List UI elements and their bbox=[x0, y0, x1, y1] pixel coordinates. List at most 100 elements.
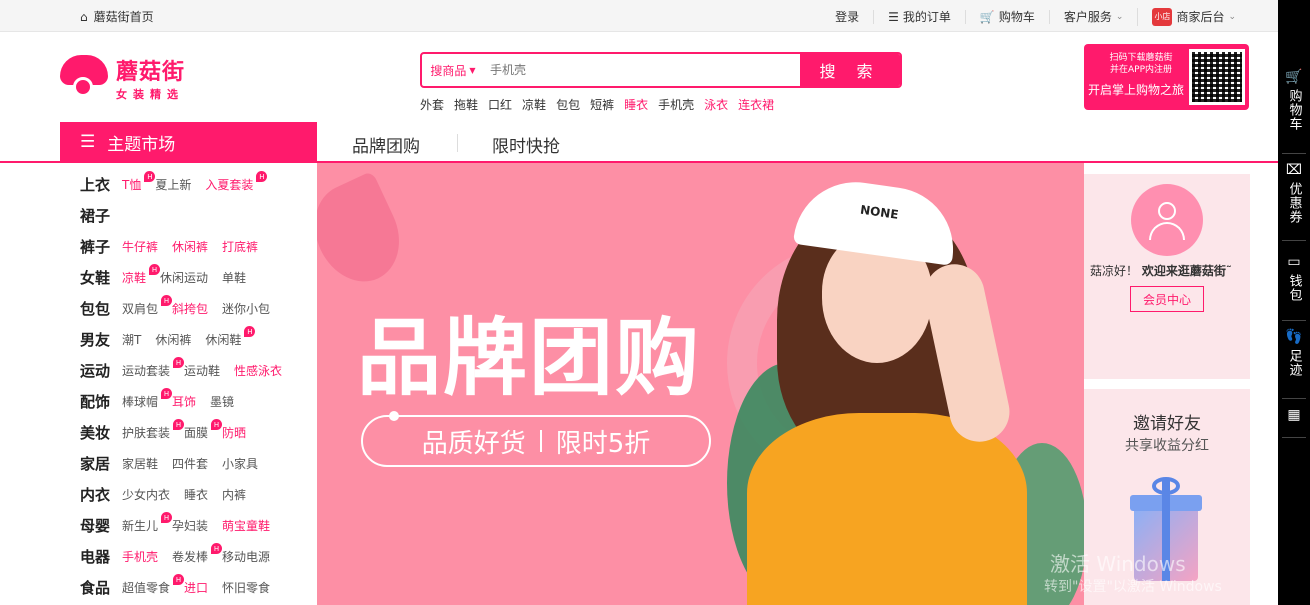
subcategory-link[interactable]: 卷发棒 H bbox=[172, 543, 223, 565]
subcategory-label: 运动套装 bbox=[122, 364, 171, 378]
subcategory-link[interactable]: 新生儿 H bbox=[122, 512, 173, 534]
subcategory-label: 墨镜 bbox=[210, 395, 235, 409]
subcategory-link[interactable]: 怀旧零食 bbox=[222, 579, 270, 596]
tab-brand-group[interactable]: 品牌团购 bbox=[352, 132, 420, 157]
subcategory-link[interactable]: 单鞋 bbox=[222, 269, 246, 286]
category-name[interactable]: 运动 bbox=[80, 360, 122, 381]
category-name[interactable]: 电器 bbox=[80, 546, 122, 567]
cart-link[interactable]: 🛒 购物车 bbox=[964, 10, 1049, 24]
category-name[interactable]: 美妆 bbox=[80, 422, 122, 443]
hero-banner[interactable]: NONE 品牌团购 品质好货 限时5折 bbox=[317, 163, 1084, 605]
category-name[interactable]: 上衣 bbox=[80, 174, 122, 195]
subcategory-link[interactable]: 迷你小包 bbox=[222, 300, 270, 317]
subcategory-link[interactable]: 斜挎包 bbox=[172, 300, 208, 317]
hot-word[interactable]: 手机壳 bbox=[658, 96, 694, 113]
subcategory-link[interactable]: 防晒 bbox=[222, 424, 246, 441]
merchant-menu[interactable]: 小店 商家后台 ⌄ bbox=[1137, 8, 1250, 26]
hot-word[interactable]: 包包 bbox=[556, 96, 580, 113]
subcategory-link[interactable]: 进口 bbox=[184, 579, 208, 596]
subcategory-link[interactable]: 凉鞋 H bbox=[122, 264, 161, 286]
subcategory-label: 休闲鞋 bbox=[205, 333, 242, 347]
login-link[interactable]: 登录 bbox=[821, 10, 873, 24]
home-link[interactable]: ⌂ 蘑菇街首页 bbox=[80, 8, 154, 25]
subcategory-link[interactable]: 超值零食 H bbox=[122, 574, 185, 596]
subcategory-link[interactable]: 家居鞋 bbox=[122, 455, 158, 472]
search-category-select[interactable]: 搜商品 ▼ bbox=[422, 54, 484, 86]
subcategory-label: 迷你小包 bbox=[222, 302, 271, 316]
subcategory-link[interactable]: 面膜 H bbox=[184, 419, 223, 441]
rightbar-grid[interactable]: ▦ bbox=[1278, 408, 1310, 427]
subcategory-link[interactable]: 休闲裤 bbox=[155, 331, 191, 348]
hot-word[interactable]: 睡衣 bbox=[624, 96, 648, 113]
subcategory-link[interactable]: 四件套 bbox=[172, 455, 208, 472]
hot-word[interactable]: 口红 bbox=[488, 96, 512, 113]
category-name[interactable]: 包包 bbox=[80, 298, 122, 319]
subcategory-link[interactable]: 打底裤 bbox=[222, 238, 258, 255]
category-name[interactable]: 裙子 bbox=[80, 205, 122, 226]
subcategory-label: 内裤 bbox=[222, 488, 247, 502]
subcategory-link[interactable]: 内裤 bbox=[222, 486, 246, 503]
hot-word[interactable]: 连衣裙 bbox=[738, 96, 774, 113]
subcategory-link[interactable]: 棒球帽 H bbox=[122, 388, 173, 410]
category-name[interactable]: 母婴 bbox=[80, 515, 122, 536]
category-name[interactable]: 裤子 bbox=[80, 236, 122, 257]
subcategory-link[interactable]: 孕妇装 bbox=[172, 517, 208, 534]
subcategory-link[interactable]: 双肩包 H bbox=[122, 295, 173, 317]
category-name[interactable]: 男友 bbox=[80, 329, 122, 350]
subcategory-link[interactable]: 小家具 bbox=[222, 455, 258, 472]
hot-word[interactable]: 拖鞋 bbox=[454, 96, 478, 113]
category-name[interactable]: 女鞋 bbox=[80, 267, 122, 288]
search-category-label: 搜商品 bbox=[430, 63, 467, 78]
rightbar-wallet[interactable]: ▭ 钱包 bbox=[1278, 255, 1310, 303]
category-name[interactable]: 内衣 bbox=[80, 484, 122, 505]
subcategory-link[interactable]: 运动套装 H bbox=[122, 357, 185, 379]
subcategory-label: 孕妇装 bbox=[172, 519, 209, 533]
tab-theme-market[interactable]: ☰ 主题市场 bbox=[60, 122, 317, 162]
rightbar-footprint[interactable]: 👣 足迹 bbox=[1278, 330, 1310, 378]
subcategory-link[interactable]: 睡衣 bbox=[184, 486, 208, 503]
orders-link[interactable]: ☰ 我的订单 bbox=[873, 10, 965, 24]
subcategory-link[interactable]: 潮T bbox=[122, 331, 141, 348]
rightbar-cart[interactable]: 🛒 购物车 bbox=[1278, 70, 1310, 132]
subcategory-link[interactable]: 耳饰 bbox=[172, 393, 196, 410]
subcategory-link[interactable]: 少女内衣 bbox=[122, 486, 170, 503]
search-input[interactable] bbox=[484, 54, 800, 86]
hot-word[interactable]: 外套 bbox=[420, 96, 444, 113]
subcategory-link[interactable]: 入夏套装 H bbox=[205, 171, 268, 193]
home-link-label: 蘑菇街首页 bbox=[93, 10, 154, 24]
service-menu[interactable]: 客户服务 ⌄ bbox=[1048, 10, 1138, 24]
subcategory-link[interactable]: T恤 H bbox=[122, 171, 156, 193]
subcategory-link[interactable]: 休闲运动 bbox=[160, 269, 208, 286]
hot-word[interactable]: 凉鞋 bbox=[522, 96, 546, 113]
subcategory-link[interactable]: 运动鞋 bbox=[184, 362, 220, 379]
hot-badge-icon: H bbox=[211, 543, 223, 554]
subcategory-link[interactable]: 移动电源 bbox=[222, 548, 270, 565]
member-center-button[interactable]: 会员中心 bbox=[1130, 286, 1204, 312]
subcategory-link[interactable]: 夏上新 bbox=[155, 176, 191, 193]
subcategory-link[interactable]: 休闲鞋 H bbox=[205, 326, 256, 348]
category-name[interactable]: 配饰 bbox=[80, 391, 122, 412]
subcategory-link[interactable]: 休闲裤 bbox=[172, 238, 208, 255]
subcategory-link[interactable]: 萌宝童鞋 bbox=[222, 517, 270, 534]
logo[interactable]: 蘑菇街 女装精选 bbox=[60, 54, 185, 102]
hot-word[interactable]: 泳衣 bbox=[704, 96, 728, 113]
rightbar-coupon[interactable]: ⌧ 优惠券 bbox=[1278, 163, 1310, 225]
tab-flash-sale[interactable]: 限时快抢 bbox=[492, 132, 560, 157]
subcategory-link[interactable]: 护肤套装 H bbox=[122, 419, 185, 441]
subcategory-label: 家居鞋 bbox=[122, 457, 159, 471]
subcategory-link[interactable]: 性感泳衣 bbox=[234, 362, 282, 379]
subcategory-link[interactable]: 墨镜 bbox=[210, 393, 234, 410]
app-download-promo[interactable]: 扫码下载蘑菇街 并在APP内注册 开启掌上购物之旅 bbox=[1084, 44, 1249, 110]
subcategory-label: 休闲运动 bbox=[160, 271, 209, 285]
qr-line1: 扫码下载蘑菇街 bbox=[1109, 53, 1173, 63]
category-row: 母婴 新生儿 H 孕妇装 萌宝童鞋 bbox=[80, 510, 284, 541]
subcategory-link[interactable]: 牛仔裤 bbox=[122, 238, 158, 255]
category-row: 男友 潮T 休闲裤 休闲鞋 H bbox=[80, 324, 256, 355]
hot-word[interactable]: 短裤 bbox=[590, 96, 614, 113]
avatar[interactable] bbox=[1131, 184, 1203, 256]
category-name[interactable]: 家居 bbox=[80, 453, 122, 474]
category-row: 内衣 少女内衣 睡衣 内裤 bbox=[80, 479, 260, 510]
search-button[interactable]: 搜 索 bbox=[800, 54, 900, 86]
category-name[interactable]: 食品 bbox=[80, 577, 122, 598]
subcategory-link[interactable]: 手机壳 bbox=[122, 548, 158, 565]
